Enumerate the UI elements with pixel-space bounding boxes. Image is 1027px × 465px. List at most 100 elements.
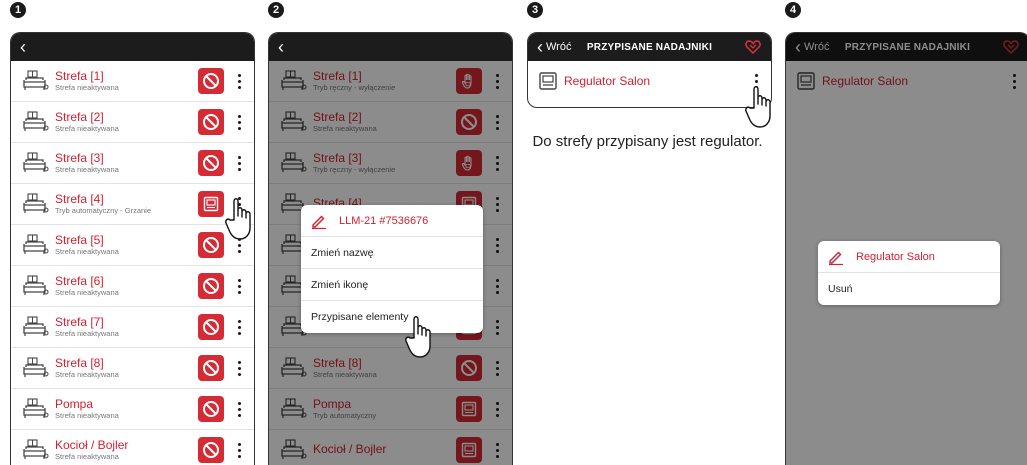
more-options-icon[interactable] — [234, 401, 244, 417]
more-options-icon[interactable] — [234, 155, 244, 171]
zone-status: Strefa nieaktywana — [55, 288, 119, 298]
more-options-icon[interactable] — [492, 155, 502, 171]
zone-row[interactable]: Kocioł / Bojler — [269, 430, 512, 465]
zone-name: Kocioł / Bojler — [313, 441, 387, 456]
sofa-zone-icon — [281, 111, 307, 131]
menu-header: Regulator Salon — [818, 241, 1000, 273]
zone-name: Pompa — [55, 396, 94, 411]
more-options-icon[interactable] — [492, 442, 502, 458]
more-options-icon[interactable] — [492, 237, 502, 253]
zone-row[interactable]: Kocioł / Bojler Strefa nieaktywana — [11, 430, 254, 465]
more-options-icon[interactable] — [492, 401, 502, 417]
inactive-icon — [461, 360, 477, 376]
phone-screen-zone-menu: ‹ Strefa [1] Tryb ręczny - wyłączenie Stre… — [268, 32, 513, 465]
zone-name: Strefa [4] — [55, 191, 104, 206]
zone-row[interactable]: Strefa [2] Strefa nieaktywana — [269, 102, 512, 143]
more-options-icon[interactable] — [234, 442, 244, 458]
zone-status: Strefa nieaktywana — [313, 370, 377, 380]
step-number-1: 1 — [10, 2, 26, 18]
back-arrow-icon[interactable]: ‹ — [269, 33, 293, 61]
zone-row[interactable]: Strefa [4] Tryb automatyczny - Grzanie — [11, 184, 254, 225]
zone-row[interactable]: Pompa Strefa nieaktywana — [11, 389, 254, 430]
phone-screen-zones: ‹ Strefa [1] Strefa nieaktywana Strefa [2]… — [10, 32, 255, 465]
heart-icon[interactable] — [1003, 39, 1019, 55]
zone-mode-badge[interactable] — [456, 396, 482, 422]
zone-status: Tryb automatyczny - Grzanie — [55, 206, 152, 216]
zone-name: Strefa [1] — [313, 68, 362, 83]
zone-status: Strefa nieaktywana — [313, 124, 377, 134]
zone-mode-badge[interactable] — [198, 355, 224, 381]
menu-item-rename[interactable]: Zmień nazwę — [301, 237, 483, 269]
zone-mode-badge[interactable] — [198, 109, 224, 135]
zone-mode-badge[interactable] — [198, 232, 224, 258]
heart-icon[interactable] — [745, 39, 761, 55]
inactive-icon — [203, 401, 219, 417]
more-options-icon[interactable] — [234, 319, 244, 335]
more-options-icon[interactable] — [492, 196, 502, 212]
zone-mode-badge[interactable] — [198, 314, 224, 340]
back-arrow-icon[interactable]: ‹ — [11, 33, 35, 61]
instruction-figure: 1 2 3 4 ‹ Strefa [1] Strefa nieaktywana St… — [0, 0, 1027, 465]
zone-row[interactable]: Strefa [8] Strefa nieaktywana — [269, 348, 512, 389]
zone-mode-badge[interactable] — [198, 68, 224, 94]
more-options-icon[interactable] — [492, 73, 502, 89]
zone-row[interactable]: Pompa Tryb automatyczny — [269, 389, 512, 430]
zone-name: Strefa [6] — [55, 273, 104, 288]
zone-mode-badge[interactable] — [456, 68, 482, 94]
more-options-icon[interactable] — [492, 278, 502, 294]
sofa-zone-icon — [23, 152, 49, 172]
inactive-icon — [461, 114, 477, 130]
zone-row[interactable]: Strefa [3] Tryb ręczny - wyłączenie — [269, 143, 512, 184]
sofa-zone-icon — [281, 70, 307, 90]
zone-row[interactable]: Strefa [7] Strefa nieaktywana — [11, 307, 254, 348]
regulator-icon — [461, 442, 477, 458]
zone-row[interactable]: Strefa [5] Strefa nieaktywana — [11, 225, 254, 266]
sofa-zone-icon — [281, 398, 307, 418]
phone-screen-assigned-transmitters: ‹ Wróć PRZYPISANE NADAJNIKI Regulator Sa… — [527, 32, 772, 108]
zone-row[interactable]: Strefa [1] Tryb ręczny - wyłączenie — [269, 61, 512, 102]
zone-mode-badge[interactable] — [198, 191, 224, 217]
zone-mode-badge[interactable] — [198, 437, 224, 463]
menu-item-assigned-elements[interactable]: Przypisane elementy — [301, 301, 483, 333]
sofa-zone-icon — [281, 152, 307, 172]
pencil-icon — [829, 251, 843, 265]
more-options-icon[interactable] — [234, 114, 244, 130]
phone-screen-remove-transmitter: ‹ Wróć PRZYPISANE NADAJNIKI Regulator Sa… — [785, 32, 1027, 465]
step-number-4: 4 — [785, 2, 801, 18]
zone-row[interactable]: Strefa [2] Strefa nieaktywana — [11, 102, 254, 143]
menu-item-change-icon[interactable]: Zmień ikonę — [301, 269, 483, 301]
pencil-icon — [312, 215, 326, 229]
zone-mode-badge[interactable] — [456, 109, 482, 135]
inactive-icon — [203, 360, 219, 376]
more-options-icon[interactable] — [234, 73, 244, 89]
zone-mode-badge[interactable] — [456, 437, 482, 463]
more-options-icon[interactable] — [1009, 73, 1019, 89]
back-label[interactable]: Wróć — [546, 41, 571, 53]
list-item-regulator[interactable]: Regulator Salon — [528, 61, 771, 101]
sofa-zone-icon — [23, 316, 49, 336]
sofa-zone-icon — [23, 111, 49, 131]
pointing-hand-icon — [225, 198, 251, 240]
zone-row[interactable]: Strefa [3] Strefa nieaktywana — [11, 143, 254, 184]
context-menu: Regulator Salon Usuń — [818, 241, 1000, 305]
zone-mode-badge[interactable] — [456, 150, 482, 176]
menu-header: LLM-21 #7536676 — [301, 205, 483, 237]
zone-mode-badge[interactable] — [198, 150, 224, 176]
menu-item-remove[interactable]: Usuń — [818, 273, 1000, 305]
zone-row[interactable]: Strefa [1] Strefa nieaktywana — [11, 61, 254, 102]
zone-row[interactable]: Strefa [8] Strefa nieaktywana — [11, 348, 254, 389]
more-options-icon[interactable] — [234, 360, 244, 376]
more-options-icon[interactable] — [234, 278, 244, 294]
more-options-icon[interactable] — [492, 114, 502, 130]
back-label[interactable]: Wróć — [804, 41, 829, 53]
zone-mode-badge[interactable] — [198, 396, 224, 422]
zone-name: Strefa [5] — [55, 232, 104, 247]
zone-mode-badge[interactable] — [456, 355, 482, 381]
zone-mode-badge[interactable] — [198, 273, 224, 299]
zone-status: Strefa nieaktywana — [55, 370, 119, 380]
inactive-icon — [203, 155, 219, 171]
more-options-icon[interactable] — [492, 360, 502, 376]
more-options-icon[interactable] — [492, 319, 502, 335]
list-item-regulator[interactable]: Regulator Salon — [786, 61, 1027, 101]
zone-row[interactable]: Strefa [6] Strefa nieaktywana — [11, 266, 254, 307]
